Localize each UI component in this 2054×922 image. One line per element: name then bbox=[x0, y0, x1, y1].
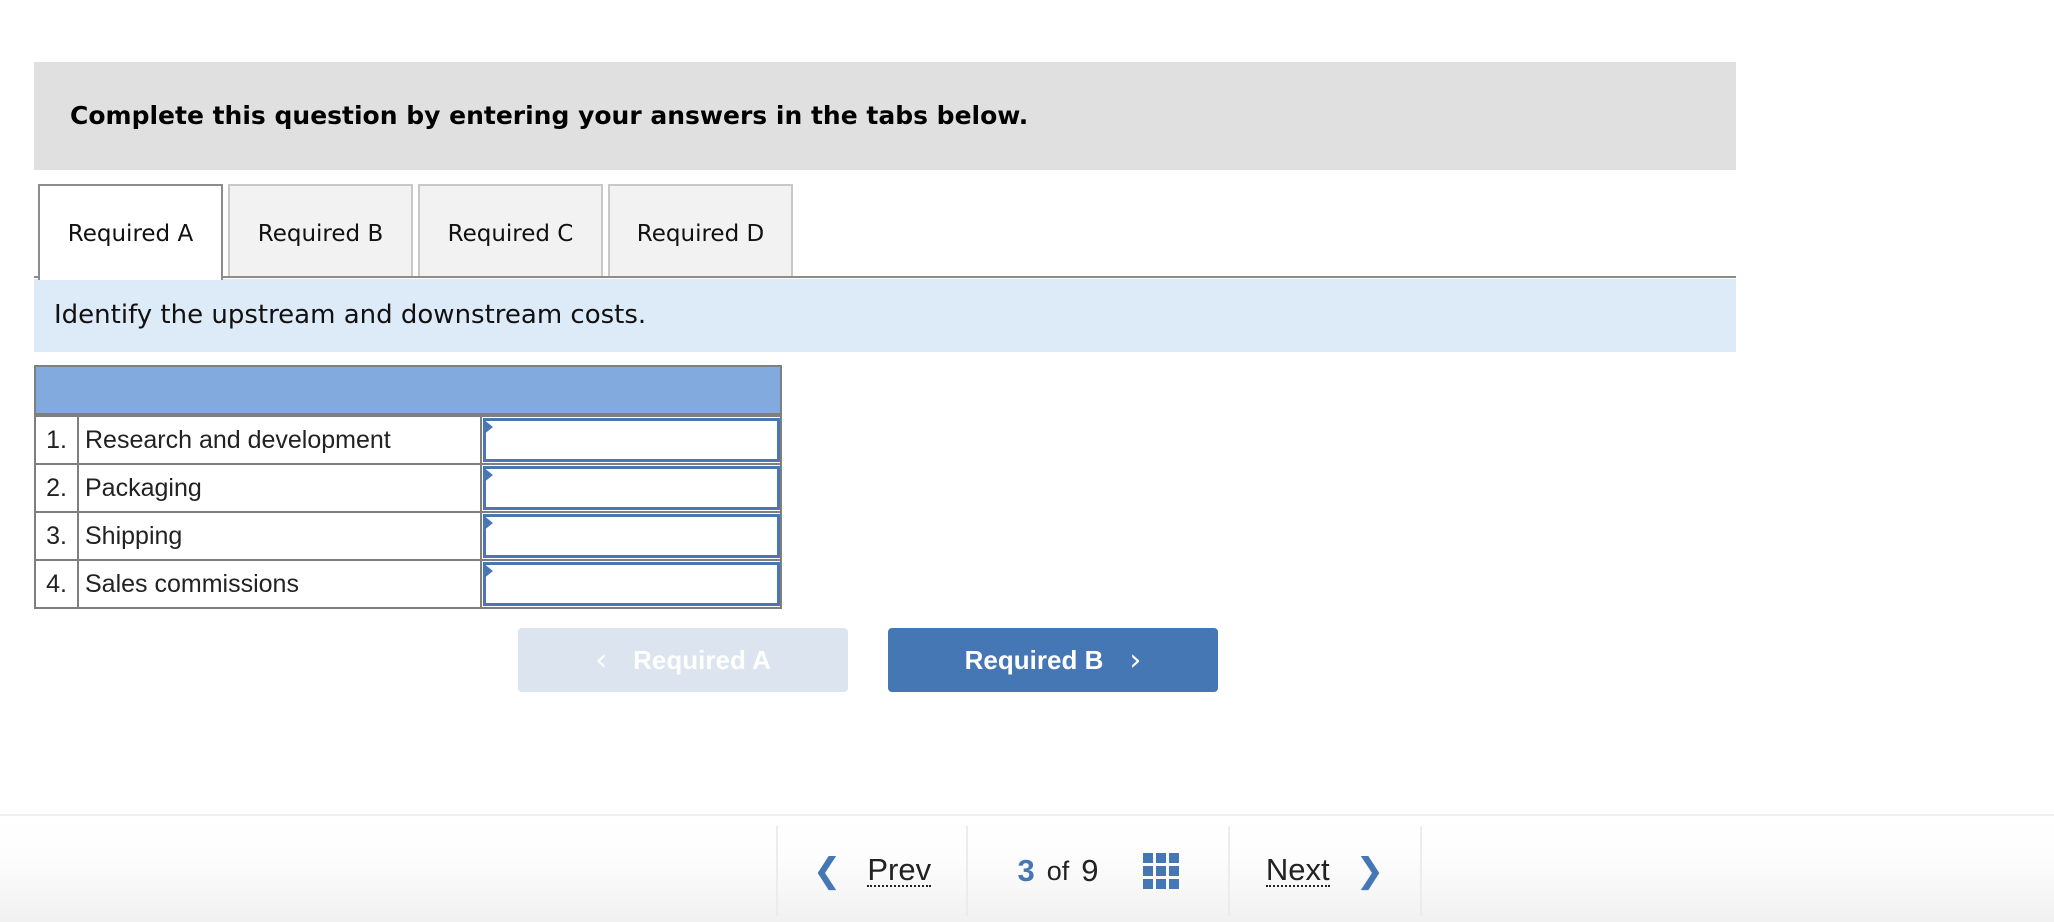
dropdown-flag-icon bbox=[483, 515, 493, 531]
current-page: 3 bbox=[1017, 853, 1035, 888]
next-required-button[interactable]: Required B › bbox=[888, 628, 1218, 692]
row-label: Sales commissions bbox=[79, 561, 482, 607]
tab-required-d[interactable]: Required D bbox=[608, 184, 793, 278]
row-number: 3. bbox=[36, 513, 79, 559]
table-row: 1. Research and development bbox=[36, 415, 780, 463]
table-row: 3. Shipping bbox=[36, 511, 780, 559]
chevron-left-icon: ‹ bbox=[595, 642, 608, 678]
next-link[interactable]: Next bbox=[1265, 854, 1330, 887]
row-label: Packaging bbox=[79, 465, 482, 511]
tab-divider bbox=[34, 276, 1736, 278]
previous-required-label: Required A bbox=[633, 644, 771, 675]
table-row: 2. Packaging bbox=[36, 463, 780, 511]
question-prompt: Identify the upstream and downstream cos… bbox=[34, 279, 1736, 352]
page-indicator: 3 of 9 bbox=[966, 826, 1228, 916]
total-pages: 9 bbox=[1081, 853, 1099, 888]
tab-required-a[interactable]: Required A bbox=[38, 184, 223, 280]
answer-cell bbox=[482, 465, 780, 511]
dropdown-flag-icon bbox=[483, 419, 493, 435]
question-grid-icon[interactable] bbox=[1142, 853, 1179, 889]
row-label: Shipping bbox=[79, 513, 482, 559]
tab-bar: Required A Required B Required C Require… bbox=[34, 184, 1736, 280]
row-number: 1. bbox=[36, 417, 79, 463]
dropdown-flag-icon bbox=[483, 563, 493, 579]
instruction-banner: Complete this question by entering your … bbox=[34, 62, 1736, 170]
answer-input-1[interactable] bbox=[483, 418, 780, 462]
answer-input-4[interactable] bbox=[483, 562, 780, 606]
answer-input-3[interactable] bbox=[483, 514, 780, 558]
dropdown-flag-icon bbox=[483, 467, 493, 483]
instruction-text: Complete this question by entering your … bbox=[70, 101, 1029, 130]
table-row: 4. Sales commissions bbox=[36, 559, 780, 607]
tab-required-b[interactable]: Required B bbox=[228, 184, 413, 278]
next-required-label: Required B bbox=[964, 644, 1104, 675]
row-label: Research and development bbox=[79, 417, 482, 463]
page-of-label: of bbox=[1046, 855, 1070, 886]
footer-divider bbox=[1420, 826, 1422, 916]
chevron-left-icon: ❮ bbox=[812, 851, 842, 891]
answer-table: 1. Research and development 2. Packaging… bbox=[34, 365, 782, 609]
prev-question-button[interactable]: ❮ Prev bbox=[776, 826, 966, 916]
previous-required-button[interactable]: ‹ Required A bbox=[518, 628, 848, 692]
answer-cell bbox=[482, 417, 780, 463]
tab-required-c[interactable]: Required C bbox=[418, 184, 603, 278]
prev-link[interactable]: Prev bbox=[867, 854, 932, 887]
row-number: 2. bbox=[36, 465, 79, 511]
answer-cell bbox=[482, 561, 780, 607]
row-number: 4. bbox=[36, 561, 79, 607]
prompt-text: Identify the upstream and downstream cos… bbox=[54, 300, 647, 330]
answer-input-2[interactable] bbox=[483, 466, 780, 510]
answer-cell bbox=[482, 513, 780, 559]
table-header bbox=[36, 367, 780, 415]
chevron-right-icon: ❯ bbox=[1355, 851, 1385, 891]
question-navigation-footer: ❮ Prev 3 of 9 Next ❯ bbox=[0, 814, 2054, 922]
chevron-right-icon: › bbox=[1129, 642, 1142, 678]
next-question-button[interactable]: Next ❯ bbox=[1228, 826, 1420, 916]
